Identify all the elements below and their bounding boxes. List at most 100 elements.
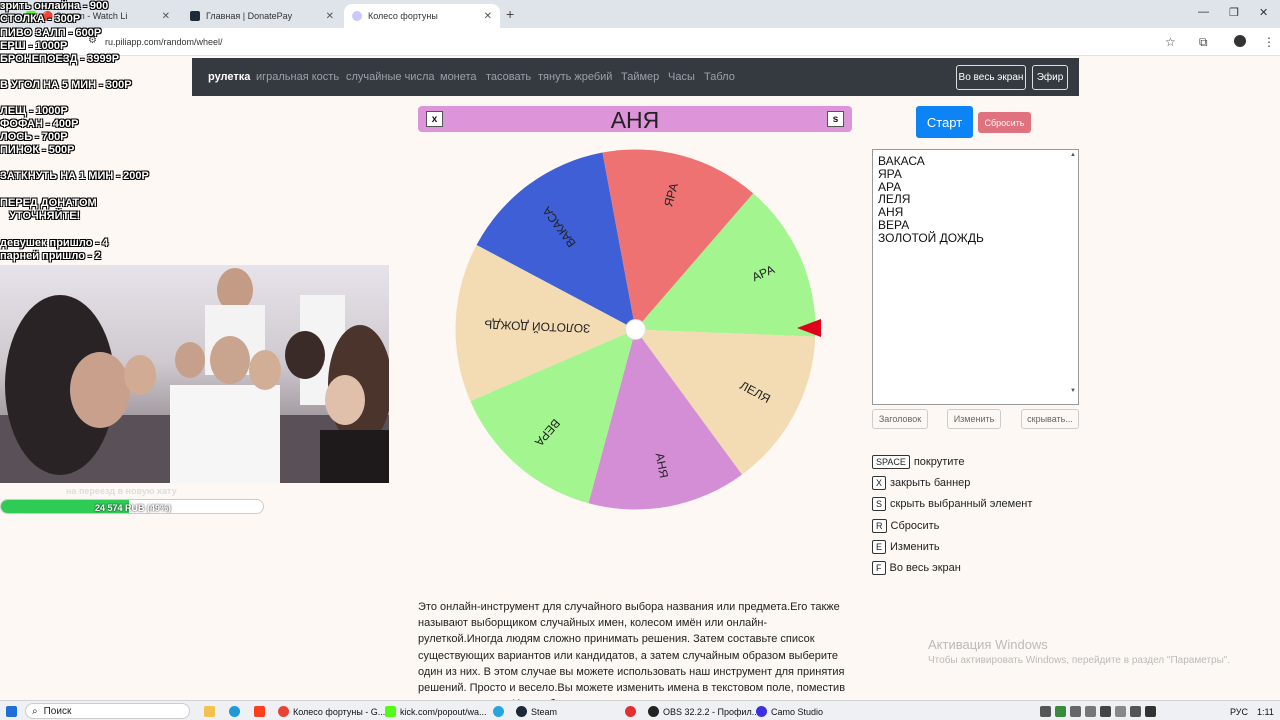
site-navbar: рулетка игральная кость случайные числа … xyxy=(192,58,1079,96)
tab-wheel[interactable]: Колесо фортуны ✕ xyxy=(344,4,500,28)
hide-item-key[interactable]: s xyxy=(827,111,844,127)
shortcut-key: S xyxy=(872,497,887,511)
reset-button[interactable]: Сбросить xyxy=(978,112,1031,133)
overlay-line: ПЕРЕД ДОНАТОМ xyxy=(0,197,97,209)
tray-icons[interactable] xyxy=(1040,704,1156,719)
taskbar-steam[interactable]: Steam xyxy=(516,704,557,719)
nav-scoreboard[interactable]: Табло xyxy=(704,71,735,83)
shortcut-key: X xyxy=(872,476,887,490)
shortcut-label: закрыть баннер xyxy=(890,477,971,489)
progress-text: 24 574 RUB (49%) xyxy=(94,502,172,513)
edit-button[interactable]: Изменить xyxy=(947,409,1001,429)
minimize-icon[interactable]: — xyxy=(1198,6,1209,18)
shortcut-f: F Во весь экран xyxy=(872,561,961,575)
scroll-up-icon[interactable]: ▲ xyxy=(1070,152,1076,158)
shortcut-r: R Сбросить xyxy=(872,519,939,533)
taskbar-camo[interactable]: Camo Studio xyxy=(756,704,823,719)
name-line: ВАКАСА xyxy=(878,154,925,168)
activation-subtitle: Чтобы активировать Windows, перейдите в … xyxy=(928,655,1231,666)
shortcut-label: Изменить xyxy=(890,541,940,553)
tab-title: Главная | DonatePay xyxy=(206,11,293,21)
start-button[interactable]: Старт xyxy=(916,106,973,138)
overlay-line: ФОФАН - 400Р xyxy=(0,118,79,130)
shortcut-space: SPACE покрутите xyxy=(872,455,964,469)
restore-icon[interactable]: ❐ xyxy=(1229,6,1239,19)
shortcut-label: скрыть выбранный элемент xyxy=(890,498,1033,510)
yandex-browser-icon[interactable] xyxy=(625,704,636,719)
shortcut-label: Сбросить xyxy=(890,520,940,532)
air-button[interactable]: Эфир xyxy=(1032,65,1068,90)
fullscreen-button[interactable]: Во весь экран xyxy=(956,65,1026,90)
shortcut-s: S скрыть выбранный элемент xyxy=(872,497,1032,511)
tab-donatepay[interactable]: Главная | DonatePay ✕ xyxy=(182,4,342,28)
taskbar-label: Колесо фортуны - G... xyxy=(293,706,386,717)
file-explorer-icon[interactable] xyxy=(204,704,215,719)
tool-description: Это онлайн-инструмент для случайного выб… xyxy=(418,601,846,710)
scroll-down-icon[interactable]: ▼ xyxy=(1070,388,1076,394)
nav-draw-lots[interactable]: тянуть жребий xyxy=(538,71,612,83)
title-button[interactable]: Заголовок xyxy=(872,409,928,429)
nav-clock[interactable]: Часы xyxy=(668,71,695,83)
overlay-line: парней пришло - 2 xyxy=(0,250,101,262)
screen: 🔴 Stream - Watch Li ✕ Главная | DonatePa… xyxy=(0,0,1280,720)
overlay-line: СТОЛКА - 300Р xyxy=(0,13,81,25)
shortcut-key: E xyxy=(872,540,887,554)
chosen-name: АНЯ xyxy=(610,107,660,133)
shortcut-key: R xyxy=(872,519,887,533)
webcam-feed xyxy=(0,265,389,483)
nav-roulette[interactable]: рулетка xyxy=(208,71,250,83)
search-label: Поиск xyxy=(43,705,72,717)
progress-caption: на переезд в новую хату xyxy=(66,486,177,496)
overlay-line: ПИНОК - 500Р xyxy=(0,144,75,156)
wheel-svg[interactable]: ВАКАСАЯРААРАЛЕЛЯАНЯВЕРАЗОЛОТОЙ ДОЖДЬ xyxy=(454,148,817,511)
shortcut-x: X закрыть баннер xyxy=(872,476,970,490)
menu-dots-icon[interactable]: ⋮ xyxy=(1263,35,1275,49)
fortune-wheel[interactable]: ВАКАСА ЯРА АРА ЛЕЛЯ АНЯ ВЕРА ЗОЛОТОЙ ДОЖДЬ xyxy=(454,148,817,511)
taskbar-obs[interactable]: OBS 32.2.2 - Профил... xyxy=(648,704,759,719)
shortcut-label: Во весь экран xyxy=(889,562,961,574)
taskbar-label: Steam xyxy=(531,706,558,717)
hide-button[interactable]: скрывать... xyxy=(1021,409,1079,429)
shortcut-key: SPACE xyxy=(872,455,910,469)
profile-avatar[interactable] xyxy=(1234,35,1246,47)
nav-coin[interactable]: монета xyxy=(440,71,477,83)
close-tab-icon[interactable]: ✕ xyxy=(326,11,334,22)
window-close-icon[interactable]: ✕ xyxy=(1259,6,1268,19)
edge-icon[interactable] xyxy=(229,704,240,719)
taskbar-label: Camo Studio xyxy=(771,706,824,717)
yandex-icon[interactable] xyxy=(254,704,265,719)
taskbar-kick[interactable]: kick.com/popout/wa... xyxy=(385,704,487,719)
windows-activation-watermark: Активация Windows Чтобы активировать Win… xyxy=(928,637,1230,666)
shortcut-key: F xyxy=(872,561,886,575)
nav-timer[interactable]: Таймер xyxy=(621,71,659,83)
name-line: ЛЕЛЯ xyxy=(878,192,911,207)
overlay-line: БРОНЕПОЕЗД - 3999Р xyxy=(0,53,120,65)
overlay-line: ЛОСЬ - 700Р xyxy=(0,131,68,143)
overlay-line: УТОЧНЯЙТЕ! xyxy=(0,210,81,222)
name-line: ВЕРА xyxy=(878,217,910,232)
nav-shuffle[interactable]: тасовать xyxy=(486,71,531,83)
language-indicator[interactable]: РУС xyxy=(1230,704,1248,719)
result-banner: x АНЯ s xyxy=(418,106,852,133)
overlay-line: зрить онлайна - 900 xyxy=(0,0,109,12)
activation-title: Активация Windows xyxy=(928,637,1048,652)
extensions-icon[interactable]: ⧉ xyxy=(1199,35,1208,50)
taskbar-chrome[interactable]: Колесо фортуны - G... xyxy=(278,704,385,719)
piliapp-icon xyxy=(352,11,362,21)
bookmark-star-icon[interactable]: ☆ xyxy=(1165,35,1176,49)
names-textarea[interactable]: ВАКАСА ЯРА АРА ЛЕЛЯ АНЯ ВЕРА ЗОЛОТОЙ ДОЖ… xyxy=(872,149,1079,405)
nav-random-numbers[interactable]: случайные числа xyxy=(346,71,434,83)
name-line: ЯРА xyxy=(878,166,902,181)
windows-start-icon[interactable] xyxy=(6,704,17,719)
webcam-image xyxy=(0,268,389,483)
nav-dice[interactable]: игральная кость xyxy=(256,71,339,83)
telegram-icon[interactable] xyxy=(493,704,504,719)
wheel-hub[interactable] xyxy=(625,319,646,340)
overlay-line: девушек пришло - 4 xyxy=(0,237,109,249)
new-tab-icon[interactable]: + xyxy=(506,6,514,22)
taskbar-search[interactable]: ⌕ Поиск xyxy=(25,703,190,719)
close-tab-icon[interactable]: ✕ xyxy=(484,11,492,22)
shortcut-e: E Изменить xyxy=(872,540,940,554)
taskbar-label: OBS 32.2.2 - Профил... xyxy=(663,706,760,717)
clock[interactable]: 1:11 xyxy=(1257,704,1274,719)
